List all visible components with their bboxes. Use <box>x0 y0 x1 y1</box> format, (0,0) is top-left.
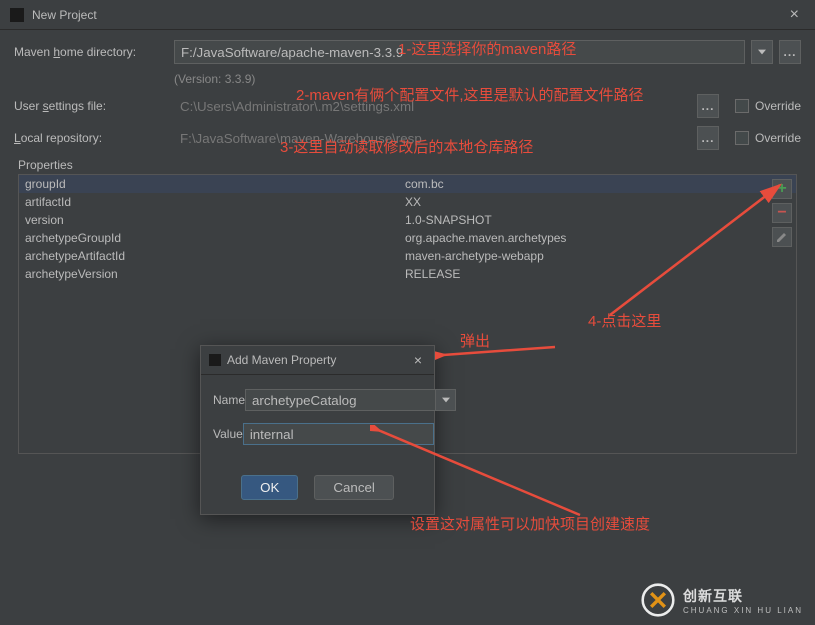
user-settings-browse-button[interactable]: ... <box>697 94 719 118</box>
maven-home-dropdown-button[interactable] <box>751 40 773 64</box>
version-note: (Version: 3.3.9) <box>174 72 801 86</box>
ok-button[interactable]: OK <box>241 475 298 500</box>
user-settings-override-label: Override <box>755 99 801 113</box>
dialog-icon <box>209 354 221 366</box>
dialog-name-dropdown-button[interactable] <box>436 389 456 411</box>
properties-toolbar: + − <box>772 179 792 247</box>
maven-home-input[interactable] <box>174 40 745 64</box>
dialog-value-label: Value <box>213 427 243 441</box>
table-row[interactable]: archetypeArtifactIdmaven-archetype-webap… <box>19 247 796 265</box>
titlebar: New Project × <box>0 0 815 30</box>
watermark-main: 创新互联 <box>683 586 803 606</box>
edit-property-button[interactable] <box>772 227 792 247</box>
table-row[interactable]: version1.0-SNAPSHOT <box>19 211 796 229</box>
dialog-value-input[interactable] <box>243 423 434 445</box>
dialog-titlebar: Add Maven Property × <box>201 346 434 375</box>
local-repo-override-label: Override <box>755 131 801 145</box>
local-repo-row: Local repository: ... Override <box>14 126 801 150</box>
table-row[interactable]: archetypeGroupIdorg.apache.maven.archety… <box>19 229 796 247</box>
local-repo-input[interactable] <box>174 126 691 150</box>
close-icon[interactable]: × <box>784 6 805 24</box>
table-row[interactable]: groupIdcom.bc <box>19 175 796 193</box>
local-repo-override-wrap[interactable]: Override <box>735 131 801 145</box>
maven-home-row: Maven home directory: ... <box>14 40 801 64</box>
watermark-logo-icon <box>641 583 675 617</box>
add-property-button[interactable]: + <box>772 179 792 199</box>
local-repo-override-checkbox[interactable] <box>735 131 749 145</box>
properties-label: Properties <box>18 158 801 172</box>
window-title: New Project <box>32 8 784 22</box>
table-row[interactable]: artifactIdXX <box>19 193 796 211</box>
local-repo-label: Local repository: <box>14 131 174 145</box>
maven-home-browse-button[interactable]: ... <box>779 40 801 64</box>
user-settings-input[interactable] <box>174 94 691 118</box>
add-property-dialog: Add Maven Property × Name Value OK Cance… <box>200 345 435 515</box>
dialog-name-label: Name <box>213 393 245 407</box>
local-repo-browse-button[interactable]: ... <box>697 126 719 150</box>
dialog-name-input[interactable] <box>245 389 436 411</box>
watermark: 创新互联 CHUANG XIN HU LIAN <box>641 583 803 617</box>
user-settings-row: User settings file: ... Override <box>14 94 801 118</box>
maven-home-label: Maven home directory: <box>14 45 174 59</box>
dialog-title: Add Maven Property <box>227 353 410 367</box>
cancel-button[interactable]: Cancel <box>314 475 394 500</box>
watermark-sub: CHUANG XIN HU LIAN <box>683 606 803 615</box>
user-settings-label: User settings file: <box>14 99 174 113</box>
user-settings-override-checkbox[interactable] <box>735 99 749 113</box>
remove-property-button[interactable]: − <box>772 203 792 223</box>
table-row[interactable]: archetypeVersionRELEASE <box>19 265 796 283</box>
dialog-close-icon[interactable]: × <box>410 352 426 368</box>
app-icon <box>10 8 24 22</box>
annotation-note: 设置这对属性可以加快项目创建速度 <box>410 513 650 534</box>
user-settings-override-wrap[interactable]: Override <box>735 99 801 113</box>
